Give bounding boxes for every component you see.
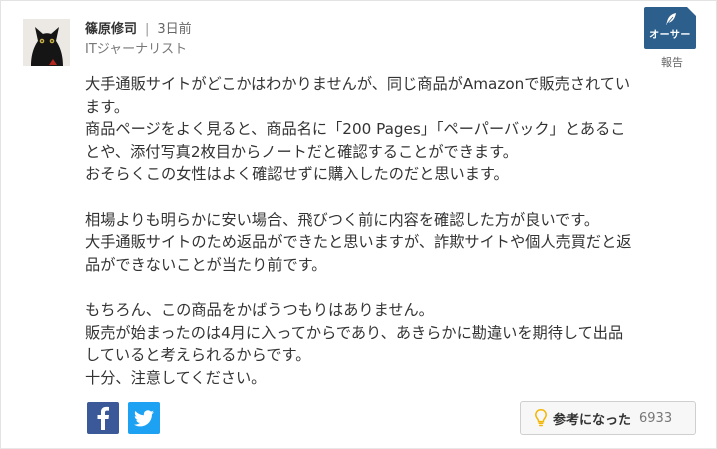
black-cat-avatar-icon [23, 19, 70, 66]
comment-line: とや、添付写真2枚目からノートだと確認することができます。 [85, 142, 518, 161]
comment-line: 相場よりも明らかに安い場合、飛びつく前に内容を確認した方が良いです。 [85, 210, 600, 229]
comment-line: 販売が始まったのは4月に入ってからであり、あきらかに勘違いを期待して出品 [85, 323, 624, 342]
helpful-label: 参考になった [553, 412, 632, 428]
badge-corner [687, 7, 696, 16]
timestamp[interactable]: 3日前 [157, 22, 191, 37]
author-title: ITジャーナリスト [85, 42, 188, 57]
facebook-share-button[interactable] [87, 402, 119, 434]
comment-line: ます。 [85, 97, 130, 116]
facebook-icon [97, 406, 109, 430]
comment-line: 品ができないことが当たり前です。 [85, 255, 327, 274]
report-link[interactable]: 報告 [661, 54, 683, 70]
author-meta: 篠原修司 | 3日前 [85, 22, 192, 38]
twitter-icon [134, 409, 154, 426]
comment-body: 大手通販サイトがどこかはわかりませんが、同じ商品がAmazonで販売されてい ま… [85, 73, 699, 389]
badge-label: オーサー [649, 30, 691, 41]
helpful-count: 6933 [639, 410, 673, 426]
avatar[interactable] [23, 19, 70, 66]
comment-card: 篠原修司 | 3日前 ITジャーナリスト オーサー 報告 大手通販サイトがどこかはわ… [0, 0, 717, 449]
comment-line: 大手通販サイトがどこかはわかりませんが、同じ商品がAmazonで販売されてい [85, 75, 631, 93]
comment-line: していると考えられるからです。 [85, 346, 311, 365]
author-badge: オーサー [644, 7, 696, 49]
lightbulb-icon [535, 409, 547, 427]
author-name[interactable]: 篠原修司 [85, 22, 137, 37]
helpful-button[interactable]: 参考になった 6933 [520, 401, 696, 435]
feather-pen-icon [666, 13, 676, 25]
comment-line: もちろん、この商品をかばうつもりはありません。 [85, 300, 434, 319]
meta-separator: | [145, 22, 150, 37]
comment-line: 大手通販サイトのため返品ができたと思いますが、詐欺サイトや個人売買だと返 [85, 233, 632, 252]
comment-line: 十分、注意してください。 [85, 368, 267, 387]
comment-line: おそらくこの女性はよく確認せずに購入したのだと思います。 [85, 165, 509, 184]
twitter-share-button[interactable] [128, 402, 160, 434]
comment-line: 商品ページをよく見ると、商品名に「200 Pages」「ペーパーバック」とあるこ [85, 120, 626, 139]
